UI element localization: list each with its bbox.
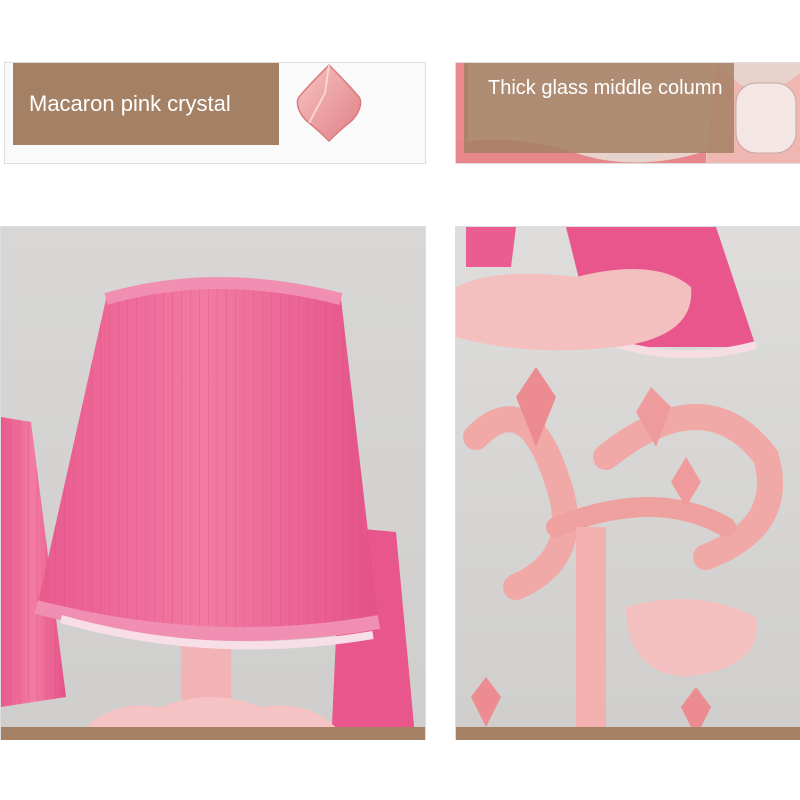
- pink-crystal-icon: [296, 63, 362, 143]
- crystal-label-box: Macaron pink crystal: [13, 63, 279, 145]
- glass-column-card: Thick glass middle column: [455, 62, 800, 164]
- crystal-card: Macaron pink crystal: [4, 62, 426, 164]
- bottom-whitespace: [0, 740, 800, 800]
- column-label-box: Thick glass middle column: [464, 63, 734, 153]
- chandelier-arms-photo: [456, 227, 800, 747]
- pink-lampshade-photo: [1, 227, 425, 747]
- arms-photo-card: [455, 226, 800, 748]
- crystal-label: Macaron pink crystal: [29, 90, 231, 116]
- shade-photo-card: [0, 226, 426, 748]
- column-label: Thick glass middle column: [488, 77, 723, 99]
